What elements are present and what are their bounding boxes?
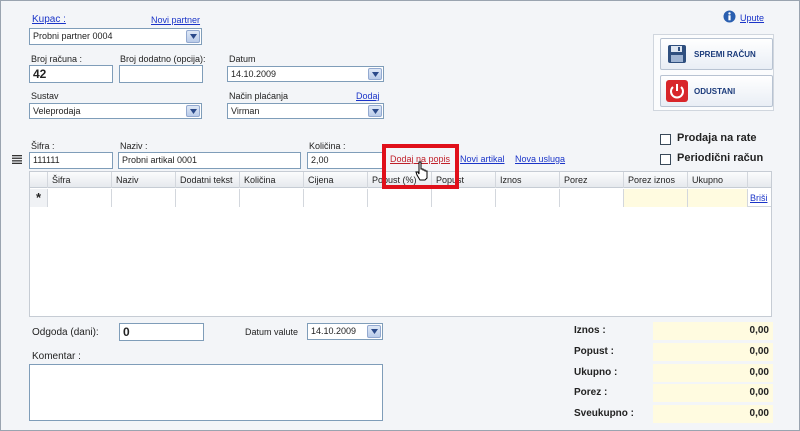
hand-cursor-icon xyxy=(415,161,429,181)
nacin-placanja-value: Virman xyxy=(231,106,260,116)
ukupno-value: 0,00 xyxy=(653,364,773,382)
chevron-down-icon[interactable] xyxy=(368,105,382,117)
grid-col-ukupno[interactable]: Ukupno xyxy=(688,172,748,188)
chevron-down-icon[interactable] xyxy=(368,68,382,80)
popust-total-label: Popust : xyxy=(574,346,614,357)
naziv-input[interactable]: Probni artikal 0001 xyxy=(118,152,301,169)
new-row-cell-naziv[interactable] xyxy=(112,189,176,207)
odustani-button[interactable]: ODUSTANI xyxy=(660,75,773,107)
ukupno-label: Ukupno : xyxy=(574,367,618,378)
new-row-cell-cijena[interactable] xyxy=(304,189,368,207)
grid-header-corner xyxy=(30,172,48,188)
porez-value: 0,00 xyxy=(653,384,773,402)
new-row-cell-popust[interactable] xyxy=(432,189,496,207)
kupac-link[interactable]: Kupac : xyxy=(32,14,66,25)
nacin-placanja-label: Način plaćanja xyxy=(229,91,289,101)
grid-col-porez-iznos[interactable]: Porez iznos xyxy=(624,172,688,188)
novi-partner-link[interactable]: Novi partner xyxy=(151,15,200,25)
sveukupno-value: 0,00 xyxy=(653,405,773,423)
iznos-label: Iznos : xyxy=(574,325,606,336)
kolicina-input[interactable]: 2,00 xyxy=(307,152,383,169)
datum-valute-select[interactable]: 14.10.2009 xyxy=(307,323,383,340)
invoice-window: Kupac : Novi partner Probni partner 0004… xyxy=(0,0,800,431)
new-row-cell-ukupno[interactable] xyxy=(688,189,748,207)
items-grid[interactable]: Šifra Naziv Dodatni tekst Količina Cijen… xyxy=(29,171,772,317)
broj-dodatno-input[interactable] xyxy=(119,65,203,83)
komentar-label: Komentar : xyxy=(32,351,81,362)
datum-valute-label: Datum valute xyxy=(245,327,299,337)
odgoda-input[interactable]: 0 xyxy=(119,323,204,341)
sustav-label: Sustav xyxy=(31,91,59,101)
grid-col-cijena[interactable]: Cijena xyxy=(304,172,368,188)
chevron-down-icon[interactable] xyxy=(367,325,381,338)
new-row-marker: * xyxy=(30,189,48,207)
chevron-down-icon[interactable] xyxy=(186,105,200,117)
nacin-placanja-select[interactable]: Virman xyxy=(227,103,384,119)
grid-col-sifra[interactable]: Šifra xyxy=(48,172,112,188)
sustav-value: Veleprodaja xyxy=(33,106,81,116)
periodicni-racun-checkbox[interactable] xyxy=(660,154,671,165)
nova-usluga-link[interactable]: Nova usluga xyxy=(515,154,565,164)
popust-total-value: 0,00 xyxy=(653,343,773,361)
grid-col-iznos[interactable]: Iznos xyxy=(496,172,560,188)
new-row-cell-sifra[interactable] xyxy=(48,189,112,207)
upute-link[interactable]: Upute xyxy=(740,13,764,23)
sifra-label: Šifra : xyxy=(31,141,55,151)
kolicina-label: Količina : xyxy=(309,141,346,151)
sifra-input[interactable]: 111111 xyxy=(29,152,113,169)
broj-racuna-input[interactable]: 42 xyxy=(29,65,113,83)
grid-col-kolicina[interactable]: Količina xyxy=(240,172,304,188)
prodaja-na-rate-label: Prodaja na rate xyxy=(677,132,757,144)
new-row-cell-porez[interactable] xyxy=(560,189,624,207)
spremi-racun-button[interactable]: SPREMI RAČUN xyxy=(660,38,773,70)
naziv-label: Naziv : xyxy=(120,141,148,151)
floppy-disk-icon xyxy=(666,43,688,65)
new-row-cell-iznos[interactable] xyxy=(496,189,560,207)
kupac-select[interactable]: Probni partner 0004 xyxy=(29,28,202,45)
dodaj-link[interactable]: Dodaj xyxy=(356,91,380,101)
porez-label: Porez : xyxy=(574,387,608,398)
odustani-label: ODUSTANI xyxy=(694,86,736,96)
sveukupno-label: Sveukupno : xyxy=(574,408,635,419)
grid-col-naziv[interactable]: Naziv xyxy=(112,172,176,188)
komentar-textarea[interactable] xyxy=(29,364,383,421)
novi-artikal-link[interactable]: Novi artikal xyxy=(460,154,505,164)
odgoda-label: Odgoda (dani): xyxy=(32,327,99,338)
datum-valute-value: 14.10.2009 xyxy=(311,326,357,336)
broj-racuna-label: Broj računa : xyxy=(31,54,83,64)
brisi-link[interactable]: Briši xyxy=(750,193,768,203)
info-icon[interactable] xyxy=(723,10,736,23)
datum-value: 14.10.2009 xyxy=(231,69,277,79)
power-icon xyxy=(666,80,688,102)
grid-new-row[interactable]: * Briši xyxy=(30,189,771,207)
new-row-cell-dodatni-tekst[interactable] xyxy=(176,189,240,207)
grid-col-dodatni-tekst[interactable]: Dodatni tekst xyxy=(176,172,240,188)
kupac-select-value: Probni partner 0004 xyxy=(33,31,113,41)
grid-col-porez[interactable]: Porez xyxy=(560,172,624,188)
sustav-select[interactable]: Veleprodaja xyxy=(29,103,202,119)
datum-label: Datum xyxy=(229,54,256,64)
new-row-cell-kolicina[interactable] xyxy=(240,189,304,207)
new-row-cell-porez-iznos[interactable] xyxy=(624,189,688,207)
chevron-down-icon[interactable] xyxy=(186,30,200,43)
datum-select[interactable]: 14.10.2009 xyxy=(227,66,384,82)
periodicni-racun-label: Periodični račun xyxy=(677,152,764,164)
prodaja-na-rate-checkbox[interactable] xyxy=(660,134,671,145)
list-menu-icon[interactable] xyxy=(12,154,22,164)
iznos-value: 0,00 xyxy=(653,322,773,340)
broj-dodatno-label: Broj dodatno (opcija): xyxy=(120,54,206,64)
new-row-cell-popust-posto[interactable] xyxy=(368,189,432,207)
spremi-racun-label: SPREMI RAČUN xyxy=(694,49,756,59)
